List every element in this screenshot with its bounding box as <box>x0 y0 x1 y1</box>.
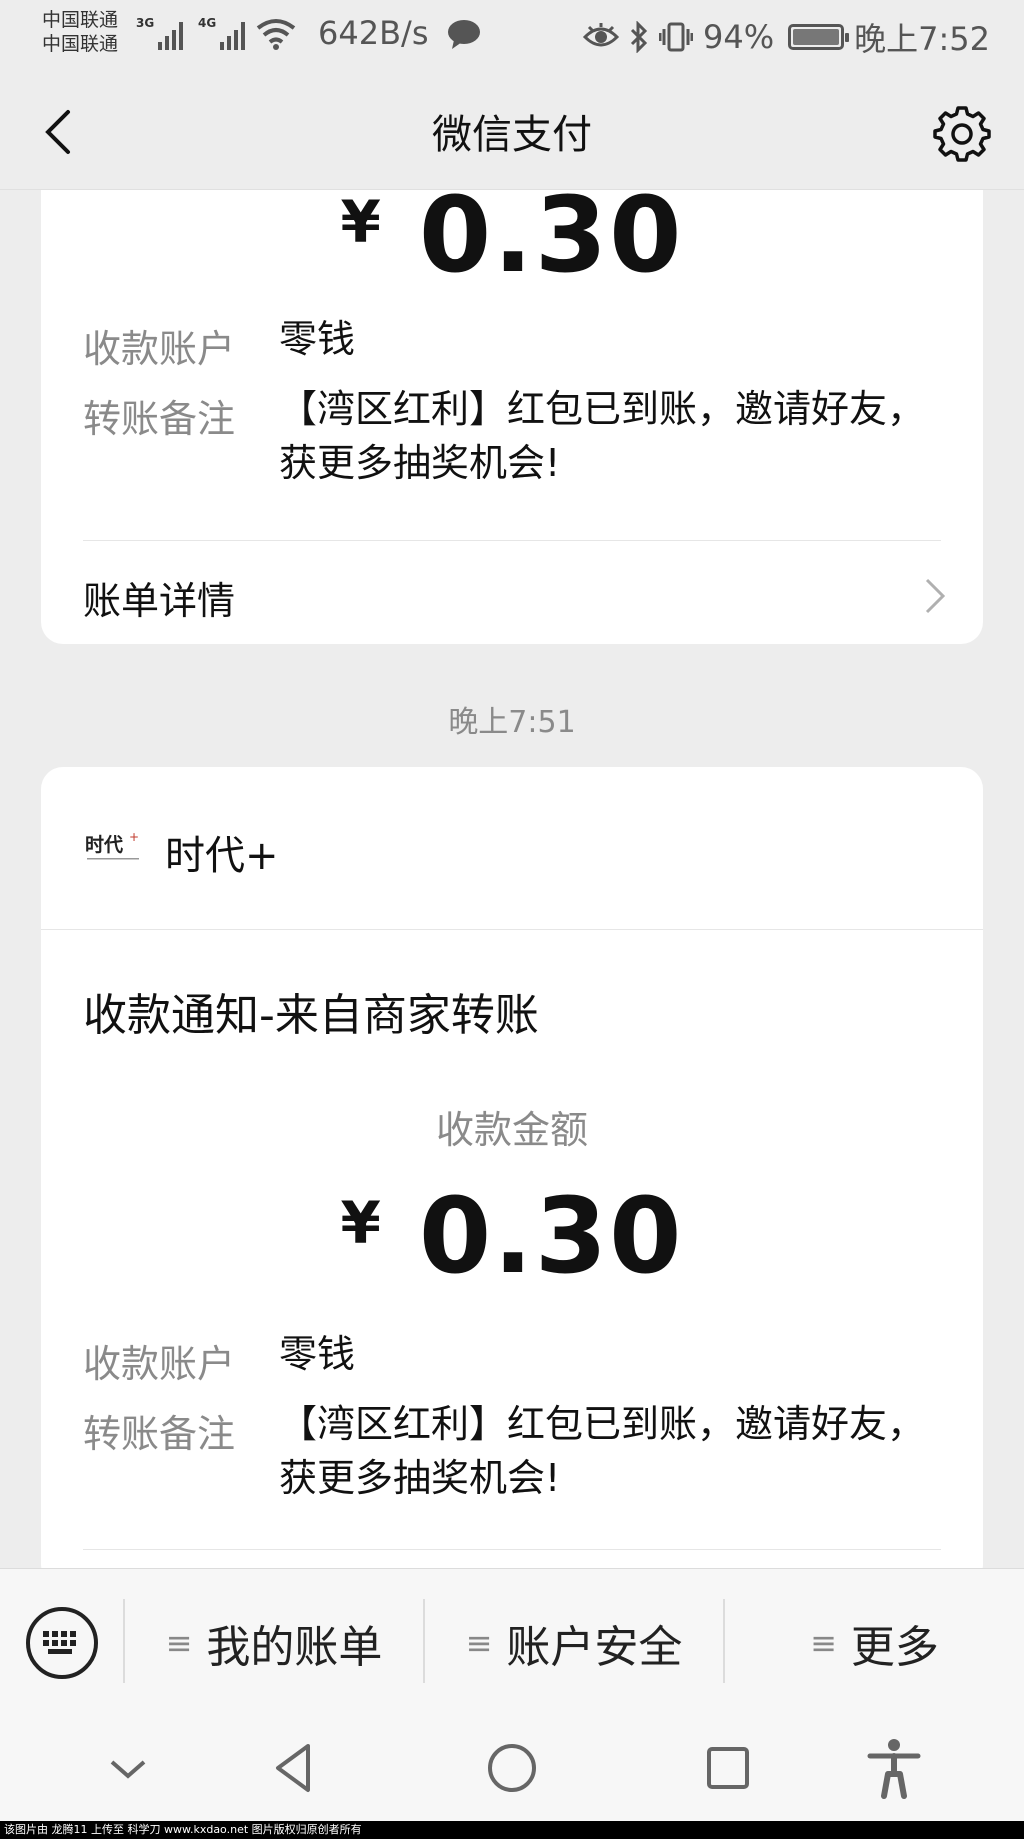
status-bar: 中国联通 中国联通 3G 4G 642B/s 94% 晚上7:52 <box>0 0 1024 72</box>
status-right-group: 94% 晚上7:52 <box>583 14 990 60</box>
bottom-menu-bar: ≡ 我的账单 ≡ 账户安全 ≡ 更多 <box>0 1568 1024 1716</box>
note-label: 转账备注 <box>83 1412 236 1456</box>
menu-lines-icon: ≡ <box>465 1624 493 1662</box>
amount-display: ¥0.30 <box>41 1175 983 1297</box>
clock: 晚上7:52 <box>854 20 990 58</box>
chevron-down-icon <box>110 1760 146 1779</box>
system-home-button[interactable] <box>480 1736 544 1800</box>
home-circle-icon <box>488 1744 536 1792</box>
system-back-button[interactable] <box>262 1736 326 1800</box>
menu-item-label: 我的账单 <box>206 1622 383 1673</box>
divider <box>41 929 983 930</box>
signal-4g-label: 4G <box>198 16 217 30</box>
payment-card-previous: ¥0.30 收款账户 零钱 转账备注 【湾区红利】红包已到账，邀请好友，获更多抽… <box>41 150 983 644</box>
message-timestamp: 晚上7:51 <box>448 705 576 740</box>
system-recents-button[interactable] <box>696 1736 760 1800</box>
currency-symbol: ¥ <box>340 1189 381 1257</box>
note-value: 【湾区红利】红包已到账，邀请好友，获更多抽奖机会! <box>279 387 926 485</box>
eye-icon <box>583 23 619 47</box>
payment-card: 时代 + 时代+ 收款通知-来自商家转账 收款金额 ¥0.30 收款账户 零钱 … <box>41 767 983 1587</box>
menu-more[interactable]: ≡ 更多 <box>725 1569 1024 1717</box>
battery-icon <box>788 24 850 50</box>
merchant-name[interactable]: 时代+ <box>165 823 279 881</box>
note-label: 转账备注 <box>83 397 236 441</box>
carrier-names: 中国联通 中国联通 <box>42 8 118 56</box>
merchant-logo: 时代 + <box>85 830 139 860</box>
amount-value: 0.30 <box>418 1175 684 1297</box>
keyboard-icon <box>43 1631 76 1654</box>
battery-percent: 94% <box>703 18 775 56</box>
menu-account-security[interactable]: ≡ 账户安全 <box>425 1569 723 1717</box>
account-value: 零钱 <box>279 317 356 361</box>
keyboard-toggle-button[interactable] <box>26 1607 98 1679</box>
vibrate-icon <box>659 22 693 52</box>
menu-lines-icon: ≡ <box>810 1624 837 1662</box>
amount-label: 收款金额 <box>435 1108 588 1152</box>
amount-display: ¥0.30 <box>41 174 983 296</box>
net-speed: 642B/s <box>318 14 429 52</box>
menu-item-label: 更多 <box>850 1622 939 1673</box>
system-nav-bar <box>0 1716 1024 1821</box>
carrier-1: 中国联通 <box>42 9 119 31</box>
chevron-right-icon <box>925 578 946 614</box>
note-value: 【湾区红利】红包已到账，邀请好友，获更多抽奖机会! <box>279 1402 926 1500</box>
bill-detail-label: 账单详情 <box>83 579 236 623</box>
merchant-logo-text: 时代 <box>85 834 123 856</box>
svg-text:+: + <box>129 830 139 844</box>
signal-4g-icon: 4G <box>198 16 246 50</box>
currency-symbol: ¥ <box>340 188 381 256</box>
notice-title: 收款通知-来自商家转账 <box>83 990 539 1041</box>
menu-my-bills[interactable]: ≡ 我的账单 <box>125 1569 423 1717</box>
account-label: 收款账户 <box>83 1342 236 1386</box>
message-icon <box>448 20 480 49</box>
back-triangle-icon <box>276 1744 310 1792</box>
signal-3g-icon: 3G <box>136 16 184 50</box>
account-value: 零钱 <box>279 1332 356 1376</box>
account-label: 收款账户 <box>83 327 236 371</box>
menu-lines-icon: ≡ <box>165 1624 193 1662</box>
gear-icon <box>933 106 991 162</box>
accessibility-button[interactable] <box>862 1736 926 1800</box>
signal-3g-label: 3G <box>136 16 155 30</box>
bluetooth-icon <box>630 21 648 53</box>
divider <box>83 540 941 541</box>
wifi-icon <box>256 19 296 50</box>
settings-button[interactable] <box>932 102 992 162</box>
collapse-button[interactable] <box>96 1736 160 1800</box>
menu-item-label: 账户安全 <box>506 1622 683 1673</box>
divider <box>83 1549 941 1550</box>
amount-value: 0.30 <box>418 174 684 296</box>
bill-detail-link[interactable]: 账单详情 <box>41 546 983 644</box>
page-title: 微信支付 <box>432 112 592 158</box>
recents-square-icon <box>707 1747 749 1789</box>
accessibility-icon <box>867 1739 921 1799</box>
carrier-2: 中国联通 <box>42 33 119 55</box>
image-watermark: 该图片由 龙腾11 上传至 科学刀 www.kxdao.net 图片版权归原创者… <box>0 1821 1024 1839</box>
nav-bar: 微信支付 <box>0 72 1024 190</box>
